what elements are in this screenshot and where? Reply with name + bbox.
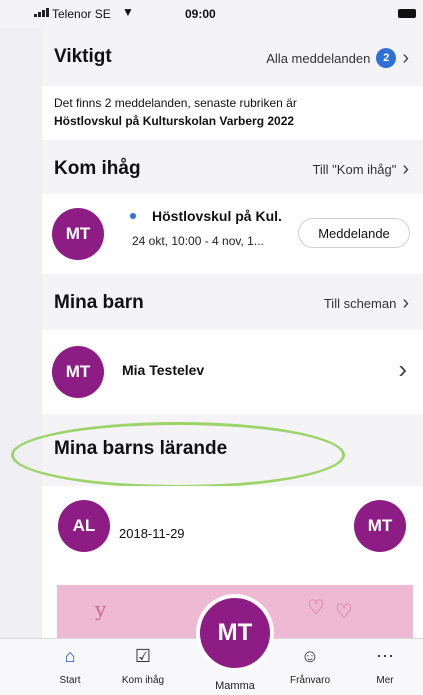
unread-badge: 2 xyxy=(376,48,397,68)
post-date: 2018-11-29 xyxy=(119,526,185,541)
message-button[interactable]: Meddelande xyxy=(298,218,410,248)
avatar: MT xyxy=(354,500,406,552)
avatar: AL xyxy=(58,500,110,552)
avatar: MT xyxy=(52,208,104,260)
tab-mer-label: Mer xyxy=(376,675,394,686)
viktigt-message-card[interactable]: Det finns 2 meddelanden, senaste rubrike… xyxy=(42,86,423,140)
grid-icon: ⋯ xyxy=(376,645,394,666)
tab-start-label: Start xyxy=(59,675,81,686)
drawing-mark: y xyxy=(95,597,107,621)
all-messages-link[interactable]: Alla meddelanden 2 › xyxy=(266,48,409,68)
mina-barn-header: Mina barn Till scheman › xyxy=(42,274,423,330)
person-clock-icon: ☺ xyxy=(300,645,320,666)
chevron-right-icon: › xyxy=(402,47,409,69)
viktigt-header: Viktigt Alla meddelanden 2 › xyxy=(42,28,423,86)
message-intro: Det finns 2 meddelanden, senaste rubrike… xyxy=(54,96,297,110)
kom-ihag-link[interactable]: Till "Kom ihåg" › xyxy=(312,159,409,179)
drawing-mark: ♡ xyxy=(307,595,325,619)
message-headline: Höstlovskul på Kulturskolan Varberg 2022 xyxy=(54,114,295,128)
avatar: MT xyxy=(52,346,104,398)
highlight-annotation xyxy=(11,422,345,488)
kom-ihag-link-label: Till "Kom ihåg" xyxy=(312,161,397,177)
reminder-date: 24 okt, 10:00 - 4 nov, 1... xyxy=(132,234,264,248)
status-bar: Telenor SE ▼ 09:00 xyxy=(0,0,423,28)
unread-dot-icon xyxy=(130,213,136,219)
kom-ihag-title: Kom ihåg xyxy=(54,158,141,179)
viktigt-title: Viktigt xyxy=(54,46,112,67)
calendar-check-icon: ☑ xyxy=(134,645,152,666)
profile-label: Mamma xyxy=(215,680,255,692)
drawing-mark: ♡ xyxy=(335,599,353,623)
tab-start[interactable]: ⌂ Start xyxy=(35,643,105,687)
carrier-label: Telenor SE xyxy=(52,7,111,21)
reminder-title: Höstlovskul på Kul. xyxy=(152,208,282,224)
all-messages-label: Alla meddelanden xyxy=(266,50,371,66)
battery-icon xyxy=(398,9,416,18)
signal-icon xyxy=(34,8,49,17)
tab-mer[interactable]: ⋯ Mer xyxy=(350,643,420,687)
home-icon: ⌂ xyxy=(64,645,76,666)
chevron-right-icon: › xyxy=(402,292,409,314)
profile-switch-avatar[interactable]: MT xyxy=(196,594,274,672)
wifi-icon: ▼ xyxy=(122,5,134,19)
mina-barn-title: Mina barn xyxy=(54,292,144,313)
clock: 09:00 xyxy=(185,7,216,21)
reminder-item[interactable]: MT Höstlovskul på Kul. 24 okt, 10:00 - 4… xyxy=(42,194,423,274)
chevron-right-icon: › xyxy=(398,354,407,384)
child-row[interactable]: MT Mia Testelev › xyxy=(42,330,423,414)
chevron-right-icon: › xyxy=(402,158,409,180)
schedule-link[interactable]: Till scheman › xyxy=(324,293,409,313)
tab-franvaro[interactable]: ☺ Frånvaro xyxy=(275,643,345,687)
tab-franvaro-label: Frånvaro xyxy=(289,675,330,686)
tab-kom-ihag[interactable]: ☑ Kom ihåg xyxy=(108,643,178,687)
schedule-link-label: Till scheman xyxy=(323,295,397,311)
tab-kom-ihag-label: Kom ihåg xyxy=(121,675,165,686)
kom-ihag-header: Kom ihåg Till "Kom ihåg" › xyxy=(42,140,423,194)
child-name: Mia Testelev xyxy=(122,362,205,378)
